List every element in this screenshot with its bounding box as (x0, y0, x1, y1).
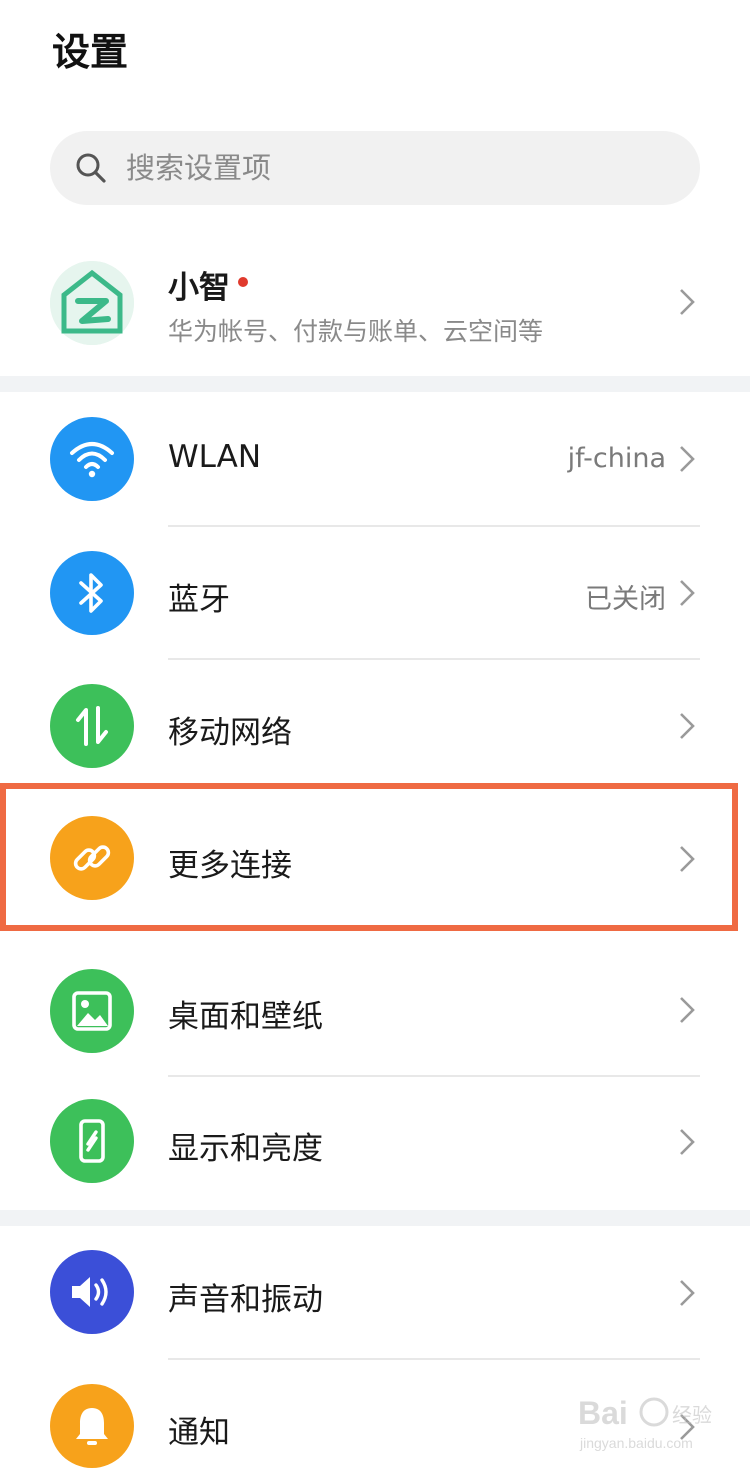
image-icon-badge (50, 969, 134, 1053)
setting-wallpaper[interactable]: 桌面和壁纸 (0, 945, 750, 1075)
highlight-box (0, 783, 738, 931)
wifi-icon (70, 442, 114, 478)
wifi-icon-badge (50, 417, 134, 501)
chevron-right-icon (680, 289, 695, 315)
setting-label: 显示和亮度 (168, 1131, 323, 1167)
baidu-watermark: Bai 经验 jingyan.baidu.com (576, 1384, 726, 1454)
setting-sound[interactable]: 声音和振动 (0, 1226, 750, 1358)
chevron-right-icon (680, 580, 695, 606)
avatar (50, 261, 134, 345)
search-input[interactable]: 搜索设置项 (50, 131, 700, 205)
setting-bluetooth[interactable]: 蓝牙 已关闭 (0, 527, 750, 659)
search-placeholder: 搜索设置项 (126, 151, 272, 185)
setting-label: 蓝牙 (168, 582, 230, 618)
setting-label: WLAN (168, 439, 262, 475)
bluetooth-icon-badge (50, 551, 134, 635)
svg-text:Bai: Bai (578, 1395, 628, 1431)
image-icon (72, 991, 112, 1031)
phone-brightness-icon-badge (50, 1099, 134, 1183)
setting-wlan[interactable]: WLAN jf-china (0, 392, 750, 526)
chevron-right-icon (680, 446, 695, 472)
section-divider (0, 1210, 750, 1226)
mobile-data-icon-badge (50, 684, 134, 768)
chevron-right-icon (680, 997, 695, 1023)
section-divider (0, 376, 750, 392)
svg-text:jingyan.baidu.com: jingyan.baidu.com (579, 1435, 693, 1451)
chevron-right-icon (680, 1280, 695, 1306)
speaker-icon-badge (50, 1250, 134, 1334)
svg-text:经验: 经验 (672, 1403, 712, 1427)
setting-mobile-network[interactable]: 移动网络 (0, 660, 750, 792)
notification-dot (238, 276, 248, 287)
setting-label: 移动网络 (168, 715, 292, 751)
account-name: 小智 (168, 262, 248, 307)
account-logo-icon (50, 261, 134, 345)
chevron-right-icon (680, 713, 695, 739)
bell-icon-badge (50, 1384, 134, 1468)
mobile-data-icon (76, 706, 108, 746)
chevron-right-icon (680, 1129, 695, 1155)
setting-label: 桌面和壁纸 (168, 999, 323, 1035)
setting-label: 声音和振动 (168, 1282, 323, 1318)
speaker-icon (72, 1277, 108, 1307)
account-subtitle: 华为帐号、付款与账单、云空间等 (168, 317, 544, 346)
phone-brightness-icon (79, 1119, 105, 1163)
wlan-status: jf-china (567, 443, 666, 474)
search-icon (76, 153, 106, 183)
bell-icon (76, 1408, 108, 1445)
bluetooth-icon (79, 573, 103, 613)
page-title: 设置 (52, 30, 129, 74)
setting-display[interactable]: 显示和亮度 (0, 1077, 750, 1207)
account-row[interactable]: 小智 华为帐号、付款与账单、云空间等 (0, 240, 750, 370)
baidu-logo-icon: Bai 经验 jingyan.baidu.com (578, 1395, 712, 1451)
bluetooth-status: 已关闭 (585, 584, 666, 615)
setting-label: 通知 (168, 1415, 230, 1451)
